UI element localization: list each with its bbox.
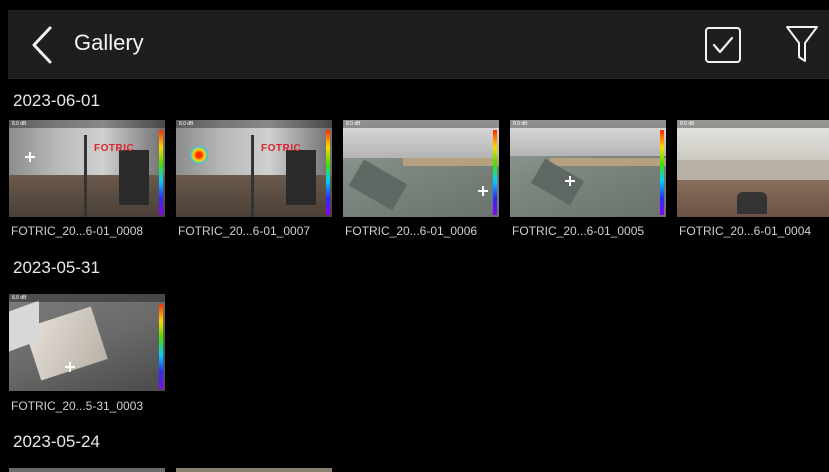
- scale-label: 8.0 dB: [12, 121, 27, 127]
- hotspot-marker: [190, 146, 208, 164]
- gallery-thumbnail[interactable]: 8.0 dB: [510, 120, 666, 217]
- thumb-overlay-bar: 8.0 dB: [343, 120, 499, 128]
- gallery-thumbnail[interactable]: FOTRIC 8.0 dB: [176, 120, 332, 217]
- color-scale-bar: [493, 130, 497, 215]
- brand-logo: FOTRIC: [94, 143, 135, 154]
- thumb-overlay-bar: 8.0 dB: [9, 294, 165, 302]
- date-header: 2023-05-31: [13, 258, 100, 277]
- thumbnail-filename: FOTRIC_20...6-01_0005: [512, 224, 645, 238]
- date-header: 2023-05-24: [13, 432, 100, 451]
- gallery-thumbnail-partial[interactable]: [9, 468, 165, 472]
- thumbnail-filename: FOTRIC_20...6-01_0007: [178, 224, 311, 238]
- gallery-thumbnail[interactable]: FOTRIC 8.0 dB: [9, 120, 165, 217]
- filter-icon: [786, 26, 818, 62]
- thumbnail-filename: FOTRIC_20...6-01_0008: [11, 224, 144, 238]
- color-scale-bar: [159, 130, 163, 215]
- crosshair-icon: [65, 362, 75, 372]
- crosshair-icon: [478, 186, 488, 196]
- scale-label: 8.0 dB: [680, 121, 695, 127]
- back-button[interactable]: [28, 26, 58, 64]
- scale-label: 8.0 dB: [513, 121, 528, 127]
- gallery-thumbnail-partial[interactable]: [176, 468, 332, 472]
- scale-label: 8.0 dB: [346, 121, 361, 127]
- thumbnail-filename: FOTRIC_20...6-01_0006: [345, 224, 478, 238]
- date-header: 2023-06-01: [13, 91, 100, 110]
- gallery-thumbnail[interactable]: 8.0 dB: [343, 120, 499, 217]
- crosshair-icon: [25, 152, 35, 162]
- select-mode-button[interactable]: [704, 26, 742, 64]
- gallery-thumbnail[interactable]: 8.0 dB: [677, 120, 829, 217]
- chevron-left-icon: [32, 26, 52, 64]
- thumb-overlay-bar: 8.0 dB: [510, 120, 666, 128]
- checkbox-checked-icon: [705, 27, 741, 63]
- thumb-overlay-bar: 8.0 dB: [176, 120, 332, 128]
- color-scale-bar: [159, 304, 163, 389]
- crosshair-icon: [565, 176, 575, 186]
- color-scale-bar: [326, 130, 330, 215]
- thumb-overlay-bar: 8.0 dB: [9, 120, 165, 128]
- color-scale-bar: [660, 130, 664, 215]
- thumbnail-filename: FOTRIC_20...6-01_0004: [679, 224, 812, 238]
- app-bar: Gallery: [8, 10, 829, 79]
- page-title: Gallery: [74, 30, 144, 55]
- thumb-overlay-bar: 8.0 dB: [677, 120, 829, 128]
- filter-button[interactable]: [784, 24, 820, 64]
- brand-logo: FOTRIC: [261, 143, 302, 154]
- thumbnail-filename: FOTRIC_20...5-31_0003: [11, 399, 144, 413]
- gallery-thumbnail[interactable]: 8.0 dB: [9, 294, 165, 391]
- scale-label: 8.0 dB: [179, 121, 194, 127]
- scale-label: 8.0 dB: [12, 295, 27, 301]
